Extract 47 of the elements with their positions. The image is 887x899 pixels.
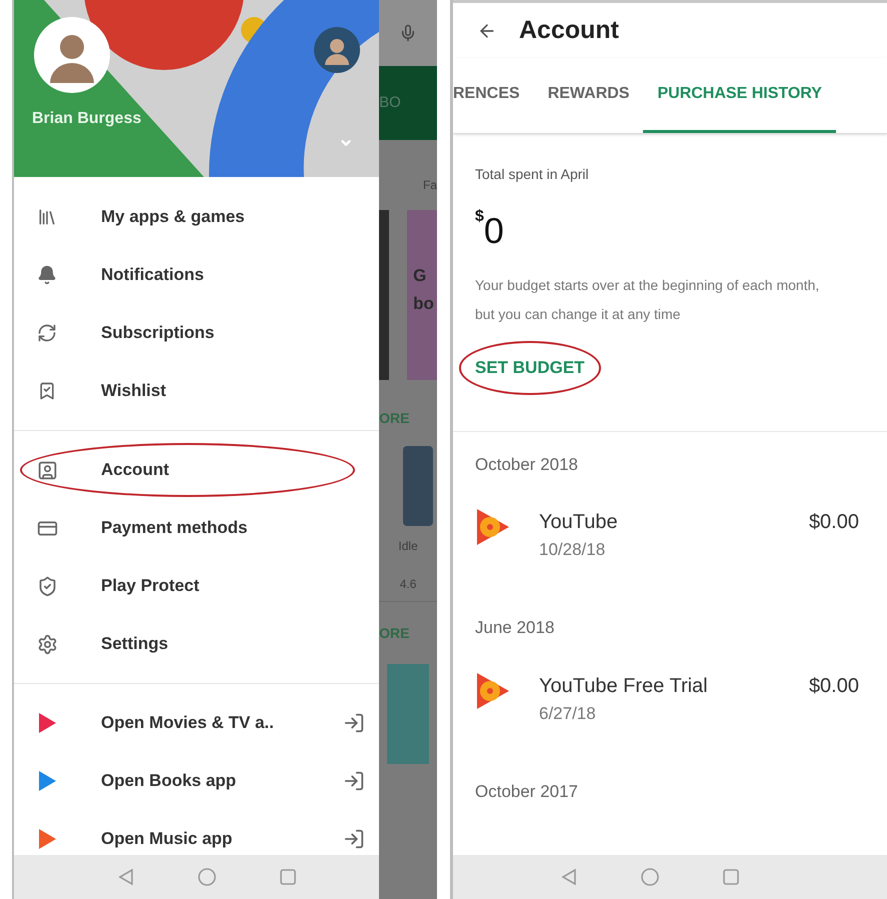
rating: 4.6	[400, 576, 416, 592]
total-label: Total spent in April	[475, 165, 590, 184]
set-budget-button[interactable]: SET BUDGET	[459, 341, 601, 394]
app-name: Idle	[398, 538, 418, 555]
month-header: June 2018	[475, 617, 556, 639]
home-icon[interactable]	[640, 867, 660, 887]
refresh-icon	[36, 322, 58, 344]
card-text: G	[413, 265, 428, 287]
music-app-icon	[475, 670, 511, 710]
menu-item[interactable]: Open Books app	[101, 768, 344, 794]
page-title: Account	[519, 14, 619, 46]
purchase-name: YouTube	[539, 510, 619, 535]
menu-item[interactable]: My apps & games	[101, 204, 245, 230]
open-app-icon[interactable]	[343, 712, 366, 734]
bell-icon	[36, 264, 58, 286]
purchase-price: $0.00	[808, 510, 859, 535]
month-header: October 2017	[475, 780, 580, 802]
menu-item[interactable]: Open Movies & TV a..	[101, 710, 344, 736]
menu-item[interactable]: Play Protect	[101, 573, 200, 599]
purchase-date: 6/27/18	[539, 702, 597, 724]
budget-note: Your budget starts over at the beginning of each month, but you can change it at any time	[475, 276, 820, 324]
menu-item[interactable]: Subscriptions	[101, 320, 214, 346]
recents-icon[interactable]	[722, 868, 740, 886]
menu-item[interactable]: Account	[101, 457, 169, 483]
menu-item[interactable]: Notifications	[101, 262, 204, 288]
tab[interactable]: PURCHASE HISTORY	[643, 58, 836, 133]
settings-icon	[36, 633, 58, 655]
purchase-name: YouTube Free Trial	[539, 674, 709, 698]
purchase-price: $0.00	[808, 674, 859, 698]
open-app-icon[interactable]	[343, 770, 366, 792]
purchase-date: 10/28/18	[539, 539, 606, 561]
menu-item[interactable]: Payment methods	[101, 515, 248, 541]
recents-icon[interactable]	[278, 868, 297, 886]
card-text: bo	[413, 293, 435, 315]
open-app-icon[interactable]	[343, 828, 366, 850]
tab[interactable]: RENCES	[453, 58, 534, 133]
home-icon[interactable]	[196, 867, 217, 887]
user-card-icon	[36, 459, 58, 481]
user-name: Brian Burgess	[32, 109, 142, 129]
icon-caption: Fa	[422, 177, 437, 194]
tab-fragment: BO	[379, 92, 401, 113]
menu-item[interactable]: Open Music app	[101, 826, 344, 852]
music-app-icon	[475, 507, 511, 547]
menu-item[interactable]: Wishlist	[101, 378, 166, 404]
month-header: October 2018	[475, 454, 580, 476]
menu-item[interactable]: Settings	[101, 631, 168, 657]
tab[interactable]: REWARDS	[534, 58, 644, 133]
